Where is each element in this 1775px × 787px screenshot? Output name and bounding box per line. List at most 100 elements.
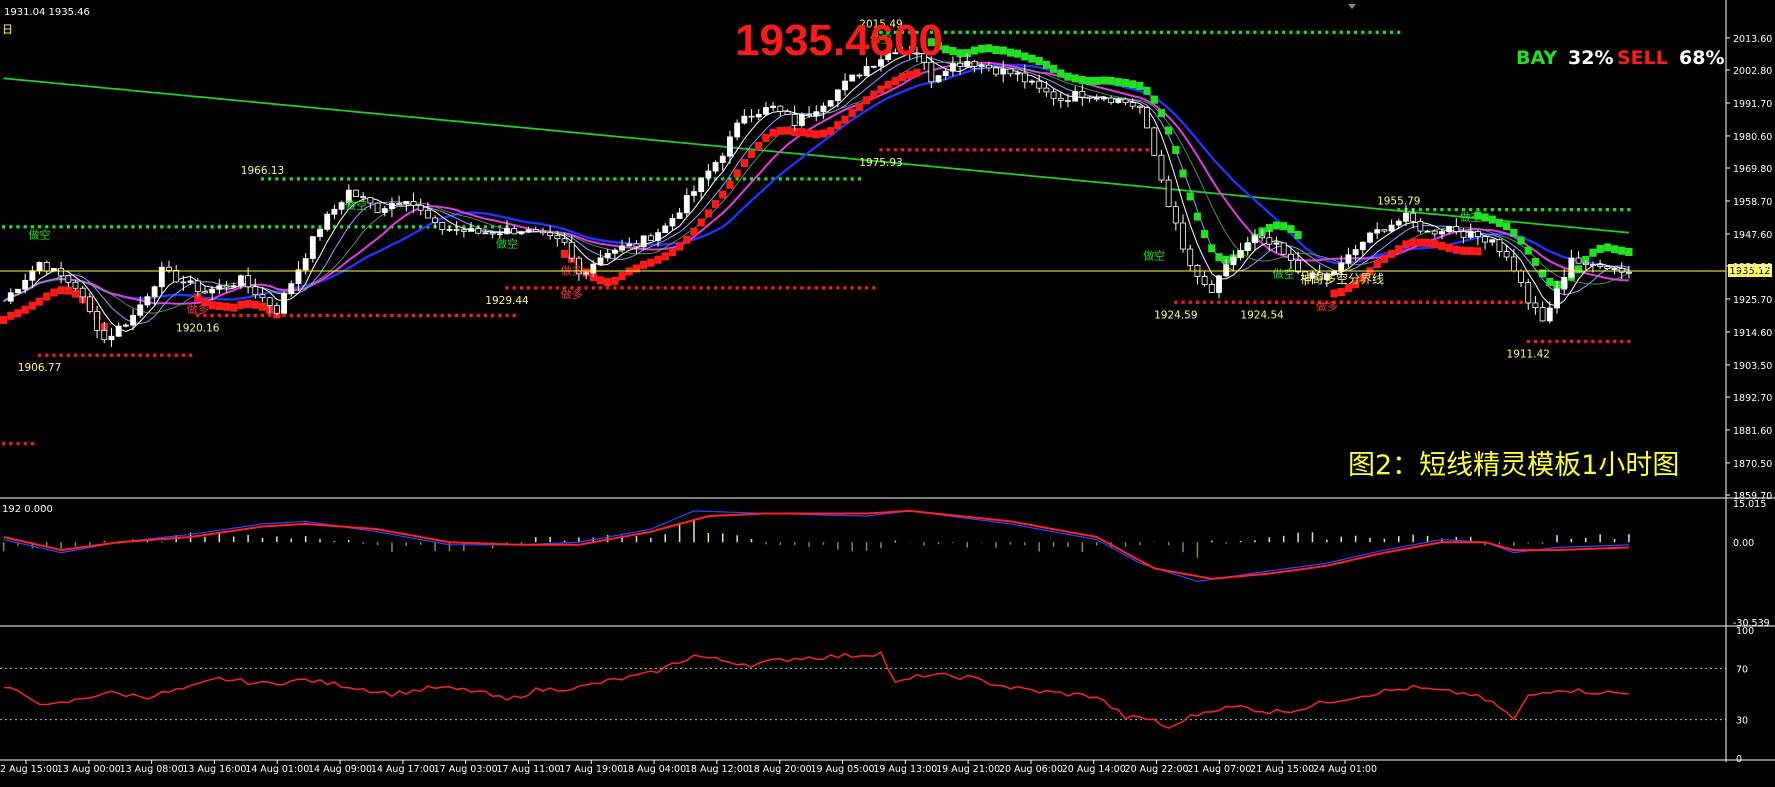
bear-candle <box>1295 259 1302 273</box>
bear-candle <box>647 235 654 241</box>
bull-candle <box>683 195 690 214</box>
bull-candle <box>1230 256 1237 266</box>
bull-candle <box>446 228 453 231</box>
trend-band-block <box>1610 245 1619 254</box>
bull-candle <box>281 293 287 314</box>
bull-candle <box>820 105 827 113</box>
level-dot <box>390 177 394 181</box>
level-dot <box>1044 148 1048 152</box>
level-dot <box>965 30 969 34</box>
bull-candle <box>309 236 316 259</box>
level-dot <box>23 442 27 446</box>
bear-candle <box>1201 276 1208 285</box>
x-tick-label: 17 Aug 11:00 <box>496 764 560 775</box>
level-dot <box>900 148 905 152</box>
trend-band-block <box>251 300 259 309</box>
level-dot <box>404 177 408 181</box>
bull-candle <box>1367 232 1373 243</box>
trend-band-block <box>1481 213 1489 222</box>
level-dot <box>1361 30 1365 34</box>
level-dot <box>1325 30 1329 34</box>
level-dot <box>81 353 85 357</box>
bull-candle <box>151 286 158 298</box>
level-dot <box>972 30 977 34</box>
bear-candle <box>554 235 561 240</box>
level-dot <box>735 177 739 181</box>
level-dot <box>1016 148 1020 152</box>
level-dot <box>59 225 63 229</box>
level-dot <box>1001 30 1005 34</box>
level-dot <box>174 353 178 357</box>
level-dot <box>692 286 696 290</box>
level-dot <box>1253 300 1257 304</box>
trend-band-block <box>827 127 835 136</box>
level-dot <box>1512 208 1516 212</box>
bear-candle <box>1172 206 1179 224</box>
level-dot <box>1339 300 1343 305</box>
level-dot <box>1620 208 1624 212</box>
trend-band-block <box>1150 95 1158 104</box>
level-dot <box>1533 339 1538 343</box>
level-dot <box>800 286 804 290</box>
trend-band-block <box>733 169 741 178</box>
level-dot <box>843 286 847 290</box>
level-dot <box>757 286 761 290</box>
level-dot <box>361 313 365 318</box>
bear-candle <box>806 114 812 117</box>
level-dot <box>1138 30 1142 34</box>
x-tick-label: 20 Aug 22:00 <box>1125 764 1189 775</box>
trend-band-block <box>1157 109 1166 118</box>
bull-candle <box>691 191 697 196</box>
level-dot <box>375 313 380 318</box>
bull-candle <box>1244 242 1251 251</box>
level-dot <box>1346 30 1351 34</box>
y-tick-label: 1892.70 <box>1733 393 1772 404</box>
bull-candle <box>640 235 647 248</box>
trend-band-block <box>1495 218 1504 227</box>
bear-candle <box>266 297 273 307</box>
chart-canvas[interactable]: 2015.491966.131955.791975.931929.441920.… <box>0 0 1775 783</box>
bull-candle <box>1388 224 1395 232</box>
level-dot <box>440 313 444 318</box>
timeframe-glyph: 日 <box>2 23 13 36</box>
bull-candle <box>482 232 489 235</box>
level-dot <box>944 148 948 152</box>
level-dot <box>1612 339 1617 343</box>
level-dot <box>16 442 20 446</box>
trend-band-block <box>762 133 770 142</box>
level-dot <box>526 286 531 290</box>
x-tick-label: 13 Aug 00:00 <box>57 764 121 775</box>
signal-label: 做空 <box>29 228 51 242</box>
bull-candle <box>942 70 949 76</box>
trend-band-block <box>1402 240 1410 249</box>
bear-candle <box>1582 262 1589 266</box>
level-dot <box>354 225 358 229</box>
bear-candle <box>748 115 755 118</box>
bear-candle <box>439 222 446 230</box>
level-dot <box>879 148 883 152</box>
level-dot <box>397 313 401 318</box>
bear-candle <box>1597 264 1604 267</box>
trend-band-block <box>1625 247 1633 256</box>
bull-candle <box>712 162 719 172</box>
level-dot <box>239 313 243 318</box>
x-tick-label: 18 Aug 04:00 <box>622 764 686 775</box>
level-dot <box>1375 30 1379 34</box>
level-dot <box>153 225 157 229</box>
level-dot <box>1418 300 1422 305</box>
chart-window[interactable]: 2015.49 1966.13 1955.79 1975.93 1929.44 1920.… <box>0 0 1775 783</box>
bull-candle <box>1014 72 1021 75</box>
level-dot <box>692 177 696 181</box>
level-dot <box>1059 30 1063 34</box>
trend-band-block <box>1172 145 1180 154</box>
level-dot <box>1203 300 1207 304</box>
trend-band-block <box>1380 254 1388 263</box>
trend-band-block <box>1596 244 1604 253</box>
level-dot <box>1080 148 1084 152</box>
y-tick-label: 1980.60 <box>1733 132 1772 143</box>
bear-candle <box>1158 154 1165 181</box>
level-dot <box>1461 300 1466 305</box>
trend-band-block <box>913 68 921 77</box>
bull-candle <box>842 80 848 91</box>
bear-candle <box>353 189 359 197</box>
